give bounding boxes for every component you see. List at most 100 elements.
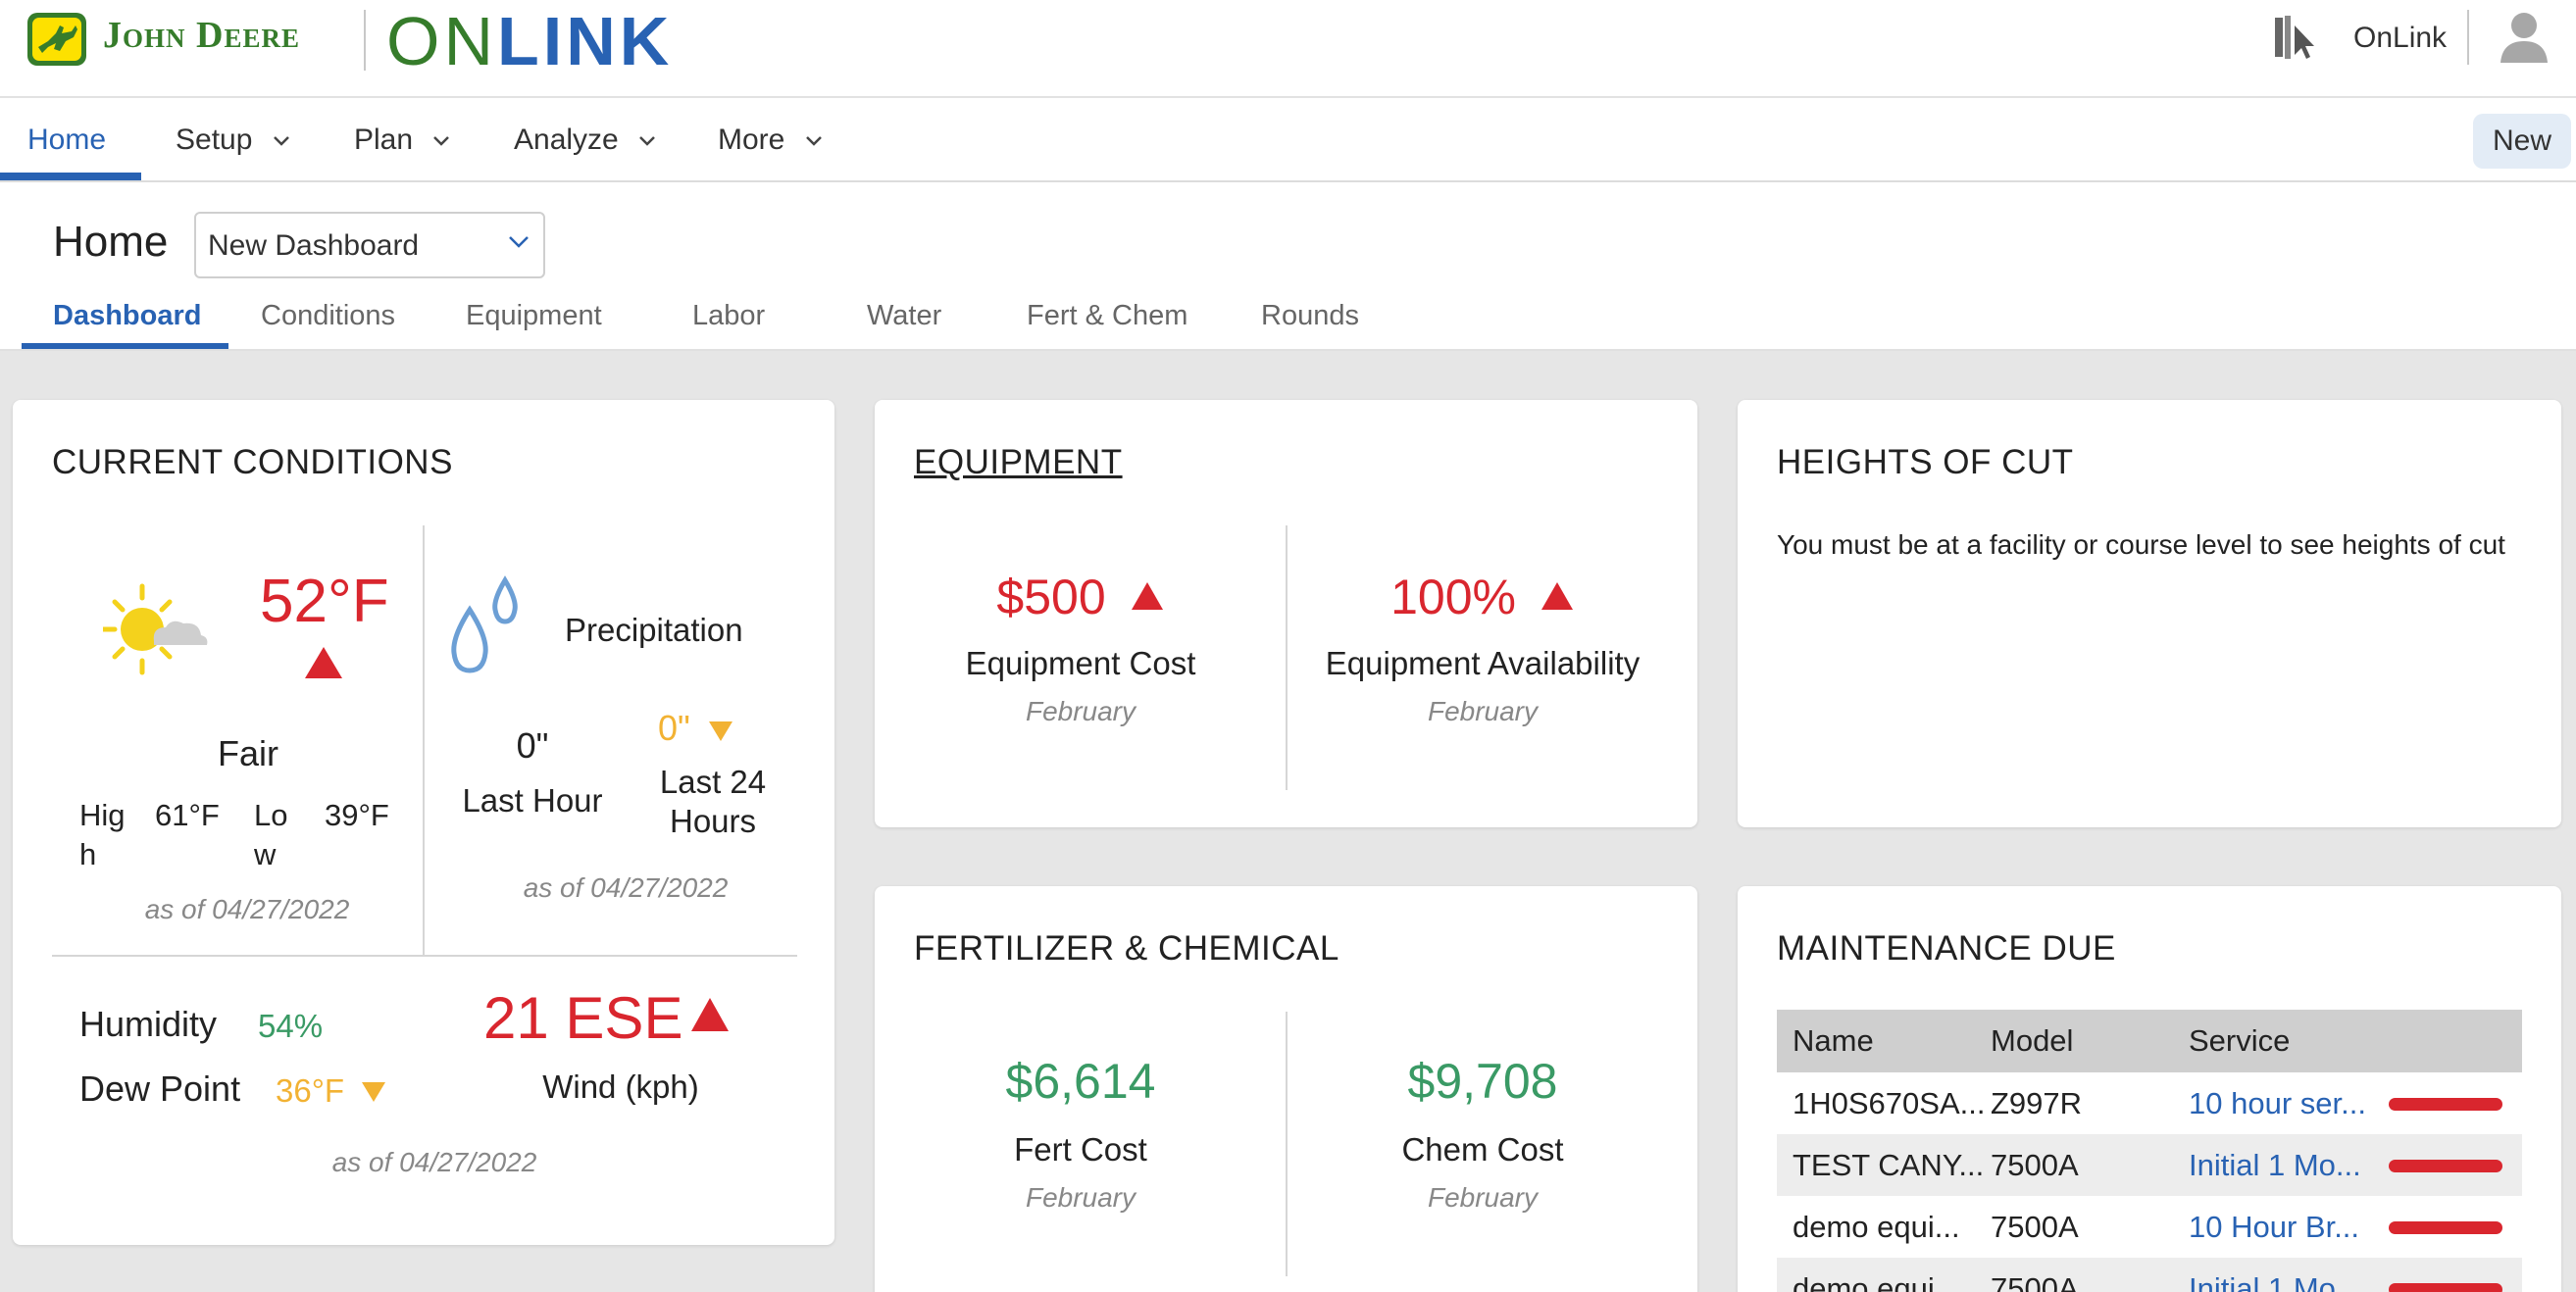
brand-divider bbox=[364, 10, 366, 71]
service-link[interactable]: Initial 1 Mo... bbox=[2189, 1148, 2385, 1183]
trend-up-icon bbox=[691, 998, 729, 1031]
wind-label: Wind (kph) bbox=[542, 1068, 699, 1105]
table-row[interactable]: demo equi... 7500A 10 Hour Br... bbox=[1777, 1196, 2522, 1258]
nav-analyze[interactable]: Analyze bbox=[514, 124, 656, 157]
fert-cost-value: $6,614 bbox=[1005, 1054, 1156, 1109]
equipment-name: TEST CANY... bbox=[1793, 1148, 1985, 1182]
current-conditions-card[interactable]: CURRENT CONDITIONS 52°F Fair High 61°F L… bbox=[13, 400, 834, 1245]
nav-analyze-label: Analyze bbox=[514, 124, 619, 156]
service-link[interactable]: Initial 1 Mo... bbox=[2189, 1271, 2385, 1292]
equipment-availability-value: 100% bbox=[1390, 570, 1516, 624]
dashboard-content: CURRENT CONDITIONS 52°F Fair High 61°F L… bbox=[0, 351, 2576, 1292]
new-button[interactable]: New bbox=[2473, 114, 2571, 169]
chevron-down-icon bbox=[509, 236, 529, 248]
chem-cost-value: $9,708 bbox=[1407, 1054, 1558, 1109]
divider bbox=[52, 955, 797, 957]
org-name[interactable]: OnLink bbox=[2353, 22, 2447, 55]
nav-more-label: More bbox=[718, 124, 785, 156]
heights-of-cut-card[interactable]: HEIGHTS OF CUT You must be at a facility… bbox=[1738, 400, 2561, 827]
card-title: HEIGHTS OF CUT bbox=[1777, 443, 2074, 481]
user-avatar-icon[interactable] bbox=[2499, 8, 2550, 63]
overdue-bar bbox=[2389, 1098, 2502, 1111]
wind-as-of: as of 04/27/2022 bbox=[331, 1147, 537, 1177]
sun-cloud-icon bbox=[103, 583, 208, 675]
equipment-name: 1H0S670SA... bbox=[1793, 1086, 1985, 1120]
org-switch-icon[interactable] bbox=[2273, 12, 2320, 63]
tab-active-indicator bbox=[22, 343, 228, 349]
equipment-cost-value: $500 bbox=[996, 570, 1106, 624]
john-deere-logo-icon[interactable] bbox=[26, 12, 87, 67]
equipment-cost-label: Equipment Cost bbox=[965, 645, 1196, 681]
tab-conditions[interactable]: Conditions bbox=[261, 300, 395, 332]
maintenance-due-card[interactable]: MAINTENANCE DUE Name Model Service 1H0S6… bbox=[1738, 886, 2561, 1292]
tab-fert-chem[interactable]: Fert & Chem bbox=[1027, 300, 1187, 332]
onlink-logo-link: LINK bbox=[497, 3, 674, 79]
service-link[interactable]: 10 hour ser... bbox=[2189, 1086, 2385, 1121]
chevron-down-icon bbox=[273, 136, 289, 146]
chevron-down-icon bbox=[639, 136, 655, 146]
tab-water[interactable]: Water bbox=[867, 300, 941, 332]
precipitation-title: Precipitation bbox=[565, 612, 743, 648]
fert-cost-label: Fert Cost bbox=[1014, 1131, 1147, 1168]
trend-up-icon bbox=[1131, 582, 1163, 610]
precip-last-24-label: Last 24 Hours bbox=[659, 764, 767, 839]
nav-active-indicator bbox=[0, 173, 141, 180]
conditions-as-of: as of 04/27/2022 bbox=[144, 894, 350, 924]
wind-value: 21 ESE bbox=[483, 985, 683, 1051]
service-link[interactable]: 10 Hour Br... bbox=[2189, 1210, 2385, 1245]
nav-home[interactable]: Home bbox=[27, 124, 106, 157]
equipment-card[interactable]: EQUIPMENT $500 Equipment Cost February 1… bbox=[875, 400, 1697, 827]
precip-as-of: as of 04/27/2022 bbox=[523, 872, 729, 903]
equipment-availability-period: February bbox=[1427, 696, 1539, 726]
topbar-divider bbox=[2467, 10, 2469, 65]
column-header-service[interactable]: Service bbox=[2189, 1023, 2385, 1059]
equipment-model: 7500A bbox=[1991, 1271, 2079, 1292]
trend-up-icon bbox=[305, 647, 342, 678]
tab-dashboard[interactable]: Dashboard bbox=[53, 300, 201, 332]
equipment-model: Z997R bbox=[1991, 1086, 2083, 1120]
fert-cost-period: February bbox=[1025, 1182, 1136, 1213]
nav-setup[interactable]: Setup bbox=[176, 124, 290, 157]
top-bar: John Deere ONLINK OnLink bbox=[0, 0, 2576, 98]
tab-rounds[interactable]: Rounds bbox=[1261, 300, 1359, 332]
condition-text: Fair bbox=[218, 733, 278, 773]
card-title: MAINTENANCE DUE bbox=[1777, 929, 2116, 968]
trend-down-icon bbox=[362, 1082, 385, 1102]
card-title: FERTILIZER & CHEMICAL bbox=[914, 929, 1339, 968]
equipment-title-link[interactable]: EQUIPMENT bbox=[914, 443, 1123, 482]
equipment-availability-metric: 100% bbox=[1287, 569, 1679, 625]
temperature-value: 52°F bbox=[260, 568, 389, 635]
tab-labor[interactable]: Labor bbox=[692, 300, 765, 332]
fertilizer-chemical-card[interactable]: FERTILIZER & CHEMICAL $6,614 Fert Cost F… bbox=[875, 886, 1697, 1292]
high-label: High bbox=[79, 798, 126, 871]
table-row[interactable]: demo equi... 7500A Initial 1 Mo... bbox=[1777, 1258, 2522, 1292]
humidity-value: 54% bbox=[258, 1008, 324, 1044]
onlink-logo[interactable]: ONLINK bbox=[386, 2, 673, 80]
column-header-model[interactable]: Model bbox=[1991, 1023, 2181, 1059]
nav-plan-label: Plan bbox=[354, 124, 414, 156]
equipment-cost-period: February bbox=[1025, 696, 1136, 726]
humidity-label: Humidity bbox=[79, 1004, 218, 1044]
table-row[interactable]: 1H0S670SA... Z997R 10 hour ser... bbox=[1777, 1072, 2522, 1134]
table-header-row: Name Model Service bbox=[1777, 1010, 2522, 1072]
overdue-bar bbox=[2389, 1160, 2502, 1172]
dashboard-select[interactable]: New Dashboard bbox=[194, 212, 545, 278]
low-label: Low bbox=[254, 798, 288, 871]
equipment-model: 7500A bbox=[1991, 1148, 2079, 1182]
onlink-logo-on: ON bbox=[386, 3, 497, 79]
heights-of-cut-message: You must be at a facility or course leve… bbox=[1777, 529, 2505, 560]
nav-more[interactable]: More bbox=[718, 124, 823, 157]
column-header-name[interactable]: Name bbox=[1793, 1023, 1985, 1059]
nav-plan[interactable]: Plan bbox=[354, 124, 450, 157]
nav-setup-label: Setup bbox=[176, 124, 253, 156]
dew-point-value: 36°F bbox=[276, 1072, 345, 1109]
trend-up-icon bbox=[1541, 582, 1573, 610]
divider bbox=[423, 525, 425, 955]
table-row[interactable]: TEST CANY... 7500A Initial 1 Mo... bbox=[1777, 1134, 2522, 1196]
page-title: Home bbox=[53, 218, 169, 266]
tab-equipment[interactable]: Equipment bbox=[466, 300, 602, 332]
precip-last-hour-value: 0" bbox=[516, 725, 549, 766]
maintenance-table: Name Model Service 1H0S670SA... Z997R 10… bbox=[1777, 1010, 2522, 1292]
card-title: CURRENT CONDITIONS bbox=[52, 443, 453, 481]
precip-last-24-value: 0" bbox=[658, 708, 690, 748]
